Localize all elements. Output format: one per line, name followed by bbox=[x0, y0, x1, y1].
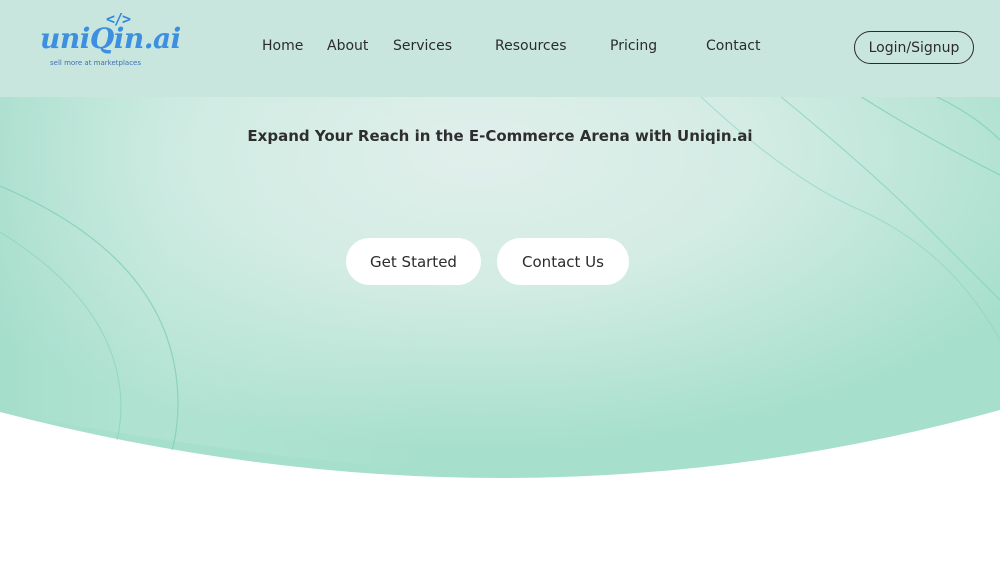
brand-logo[interactable]: </> uniQin.ai sell more at marketplaces bbox=[38, 10, 181, 72]
site-header: </> uniQin.ai sell more at marketplaces … bbox=[0, 0, 1000, 97]
logo-tagline: sell more at marketplaces bbox=[50, 59, 142, 67]
login-signup-button[interactable]: Login/Signup bbox=[854, 31, 974, 64]
nav-pricing[interactable]: Pricing bbox=[610, 38, 657, 54]
contact-us-button[interactable]: Contact Us bbox=[497, 238, 629, 285]
nav-about[interactable]: About bbox=[327, 38, 368, 54]
nav-contact[interactable]: Contact bbox=[706, 38, 760, 54]
get-started-button[interactable]: Get Started bbox=[346, 238, 481, 285]
landing-page: </> uniQin.ai sell more at marketplaces … bbox=[0, 0, 1000, 563]
hero-headline: Expand Your Reach in the E-Commerce Aren… bbox=[247, 127, 753, 145]
nav-services[interactable]: Services bbox=[393, 38, 452, 54]
nav-home[interactable]: Home bbox=[262, 38, 303, 54]
logo-wordmark: uniQin.ai bbox=[40, 22, 181, 55]
nav-resources[interactable]: Resources bbox=[495, 38, 567, 54]
